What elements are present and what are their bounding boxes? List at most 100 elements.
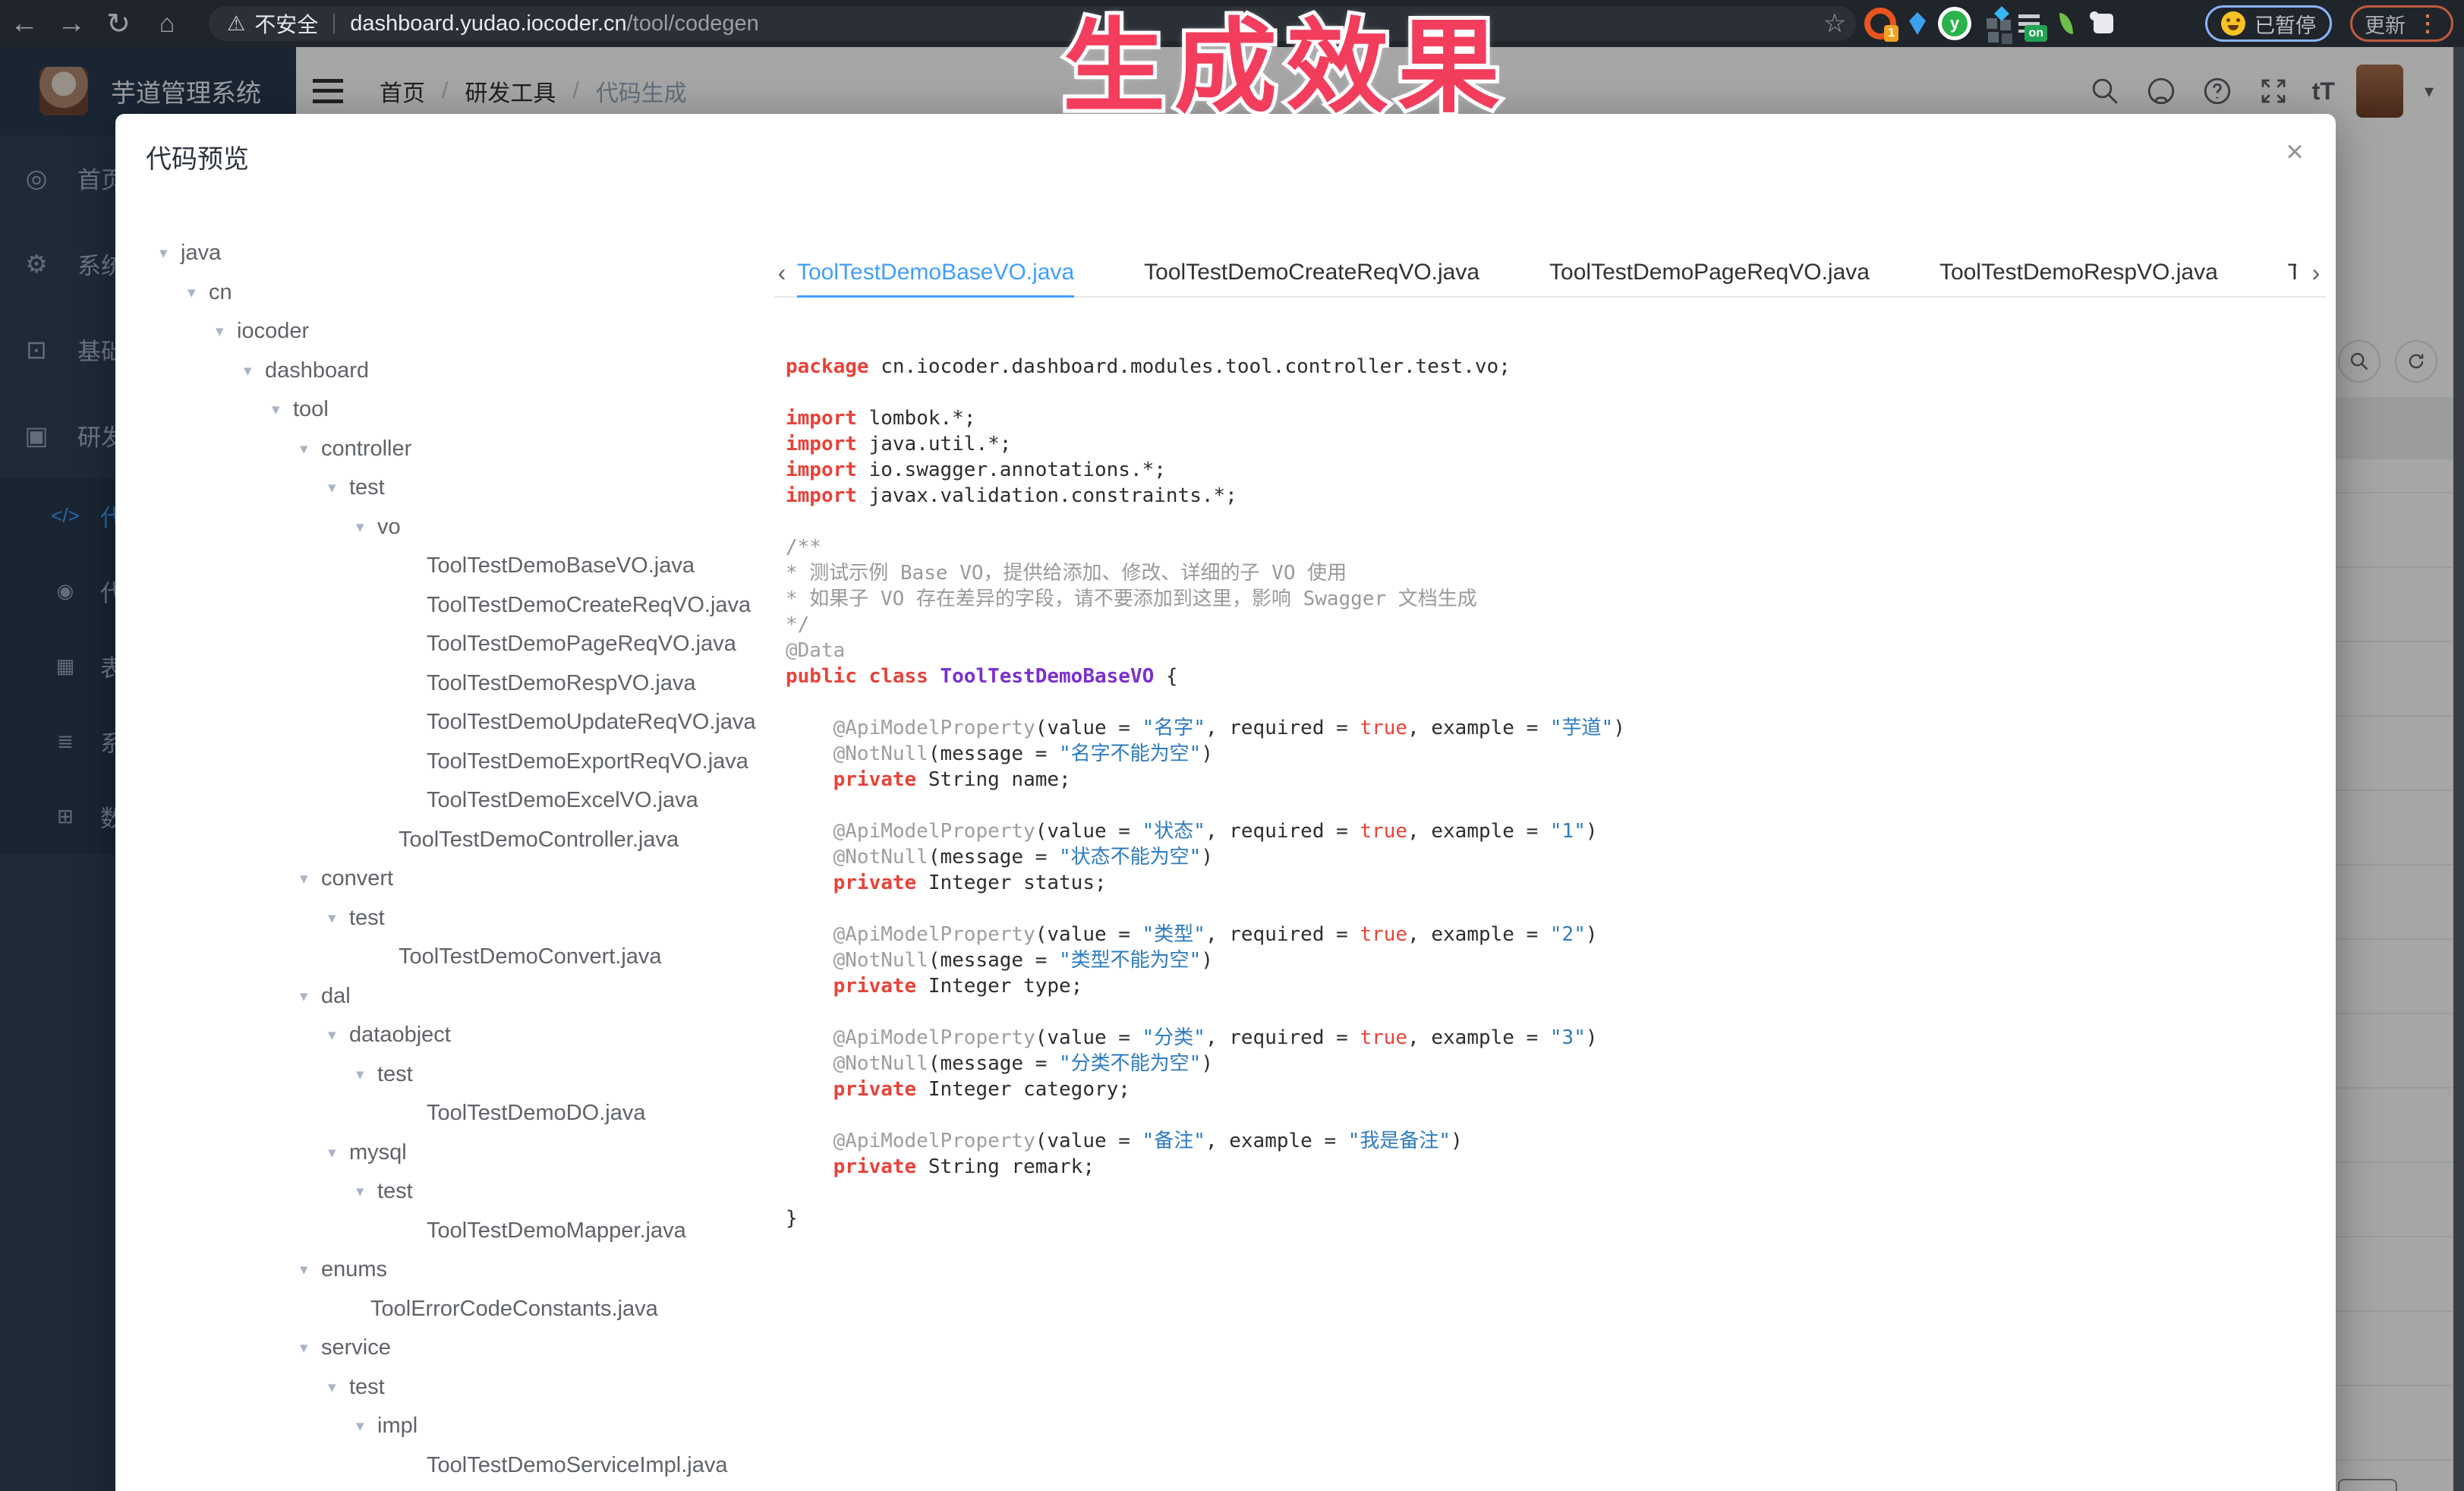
tree-file[interactable]: ToolTestDemoPageReqVO.java [159, 625, 782, 664]
caret-down-icon: ▾ [300, 987, 321, 1006]
file-tree: ▾java▾cn▾iocoder▾dashboard▾tool▾controll… [159, 234, 782, 1491]
update-label: 更新 [2365, 9, 2406, 39]
code-viewer[interactable]: package cn.iocoder.dashboard.modules.too… [786, 354, 2327, 1491]
paused-badge[interactable]: 已暂停 [2205, 5, 2332, 42]
tree-folder[interactable]: ▾java [159, 234, 782, 273]
tree-label: mysql [349, 1140, 407, 1165]
file-tabs: ToolTestDemoBaseVO.java ToolTestDemoCreat… [797, 247, 2296, 298]
code-token: (value = [1035, 717, 1142, 739]
tree-folder[interactable]: ▾service [159, 1329, 782, 1368]
tree-folder[interactable]: ▾iocoder [159, 312, 782, 351]
code-token: ) [1586, 1026, 1598, 1049]
tree-folder[interactable]: ▾test [159, 1368, 782, 1407]
code-line [786, 509, 2327, 534]
tree-file[interactable]: ToolTestDemoConvert.java [159, 938, 782, 977]
tree-folder[interactable]: ▾controller [159, 430, 782, 469]
code-token: "备注" [1142, 1130, 1205, 1152]
code-token: "类型" [1142, 923, 1205, 946]
tree-label: cn [209, 280, 232, 305]
tree-label: ToolTestDemoPageReqVO.java [427, 632, 736, 657]
tree-label: ToolErrorCodeConstants.java [370, 1297, 658, 1322]
tree-file[interactable]: ToolTestDemoDO.java [159, 1094, 782, 1133]
code-token: import [786, 459, 857, 481]
code-token: ) [1586, 923, 1598, 946]
tree-folder[interactable]: ▾impl [159, 1407, 782, 1446]
bookmark-star-icon[interactable] [1818, 0, 1851, 47]
code-token: (value = [1035, 1026, 1142, 1049]
caret-down-icon: ▾ [328, 1026, 349, 1045]
leaf-extension-icon[interactable] [2050, 7, 2083, 40]
tree-folder[interactable]: ▾test [159, 1055, 782, 1095]
tabs-scroll-right-icon[interactable] [2305, 247, 2327, 298]
browser-home-icon[interactable] [146, 0, 188, 47]
browser-back-icon[interactable] [3, 0, 46, 47]
tab-ToolTe[interactable]: ToolTe [2288, 247, 2296, 298]
tree-file[interactable]: ToolTestDemoMapper.java [159, 1212, 782, 1251]
tree-folder[interactable]: ▾tool [159, 390, 782, 430]
tree-folder[interactable]: ▾cn [159, 273, 782, 313]
tree-label: ToolTestDemoCreateReqVO.java [427, 593, 751, 618]
page-scrollbar[interactable] [2453, 47, 2464, 1491]
tree-file[interactable]: ToolTestDemoController.java [159, 821, 782, 860]
code-line: @NotNull(message = "名字不能为空") [786, 741, 2327, 767]
tabs-scroll-left-icon[interactable] [771, 247, 792, 298]
tree-folder[interactable]: ▾test [159, 468, 782, 508]
code-token: "名字" [1142, 717, 1205, 739]
tree-file[interactable]: ToolTestDemoCreateReqVO.java [159, 586, 782, 626]
code-token: ) [1201, 1052, 1213, 1075]
caret-down-icon: ▾ [159, 244, 181, 263]
tree-label: test [377, 1179, 413, 1204]
code-token: private [786, 975, 916, 998]
code-line: import lombok.*; [786, 405, 2327, 431]
tree-folder[interactable]: ▾convert [159, 859, 782, 899]
browser-forward-icon[interactable] [50, 0, 93, 47]
extension-badge: 1 [1884, 25, 1898, 42]
code-token: "类型不能为空" [1059, 949, 1201, 972]
tab-ToolTestDemoPageReqVO.java[interactable]: ToolTestDemoPageReqVO.java [1549, 247, 1870, 298]
tree-file[interactable]: ToolTestDemoRespVO.java [159, 664, 782, 704]
tree-file[interactable]: ToolTestDemoBaseVO.java [159, 547, 782, 586]
tree-file[interactable]: ToolErrorCodeConstants.java [159, 1290, 782, 1329]
ubuntu-extension-icon[interactable]: 1 [1864, 7, 1897, 40]
green-circle-extension-icon[interactable]: y [1938, 7, 1971, 40]
code-token: Integer type; [916, 975, 1082, 998]
code-token: ) [1201, 742, 1213, 765]
puzzle-extension-icon[interactable] [2087, 7, 2120, 40]
tree-folder[interactable]: ▾mysql [159, 1133, 782, 1173]
tree-folder[interactable]: ▾test [159, 1172, 782, 1212]
address-bar[interactable]: ⚠ 不安全 dashboard.yudao.iocoder.cn /tool/c… [209, 6, 1856, 41]
caret-down-icon: ▾ [216, 322, 237, 341]
browser-menu-icon[interactable] [2416, 11, 2439, 37]
code-token: ) [1201, 846, 1213, 868]
tree-folder[interactable]: ▾vo [159, 508, 782, 547]
browser-reload-icon[interactable] [97, 0, 140, 47]
list-extension-icon[interactable]: on [2012, 7, 2046, 40]
code-token: * 测试示例 Base VO，提供给添加、修改、详细的子 VO 使用 [786, 562, 1347, 585]
tree-folder[interactable]: ▾dal [159, 977, 782, 1017]
code-token: (value = [1035, 1130, 1142, 1152]
tree-file[interactable]: ToolTestDemoUpdateReqVO.java [159, 703, 782, 742]
update-button[interactable]: 更新 [2350, 5, 2453, 42]
tree-label: dataobject [349, 1023, 451, 1048]
tree-file[interactable]: ToolTestDemoExportReqVO.java [159, 742, 782, 782]
tree-folder[interactable]: ▾enums [159, 1250, 782, 1290]
tree-file[interactable]: ToolTestDemoServiceImpl.java [159, 1446, 782, 1486]
tab-ToolTestDemoCreateReqVO.java[interactable]: ToolTestDemoCreateReqVO.java [1144, 247, 1479, 298]
code-line: * 如果子 VO 存在差异的字段，请不要添加到这里，影响 Swagger 文档生… [786, 586, 2327, 612]
tab-ToolTestDemoRespVO.java[interactable]: ToolTestDemoRespVO.java [1939, 247, 2218, 298]
tree-folder[interactable]: ▾dashboard [159, 351, 782, 391]
code-token: , required = [1205, 1026, 1360, 1049]
annotation-text: 生成效果 [1063, 10, 1509, 125]
code-token: @NotNull [786, 949, 928, 972]
grid-extension-icon[interactable] [1975, 7, 2009, 40]
close-icon[interactable] [2277, 134, 2313, 170]
tree-file[interactable]: ToolTestDemoExcelVO.java [159, 781, 782, 821]
blue-pin-extension-icon[interactable] [1901, 7, 1934, 40]
tab-ToolTestDemoBaseVO.java[interactable]: ToolTestDemoBaseVO.java [797, 247, 1074, 298]
code-line [786, 689, 2327, 715]
tree-folder[interactable]: ▾test [159, 899, 782, 938]
code-token: { [1154, 665, 1177, 688]
tree-folder[interactable]: ▾dataobject [159, 1016, 782, 1055]
tree-label: test [349, 475, 385, 500]
code-token: private [786, 1155, 916, 1178]
